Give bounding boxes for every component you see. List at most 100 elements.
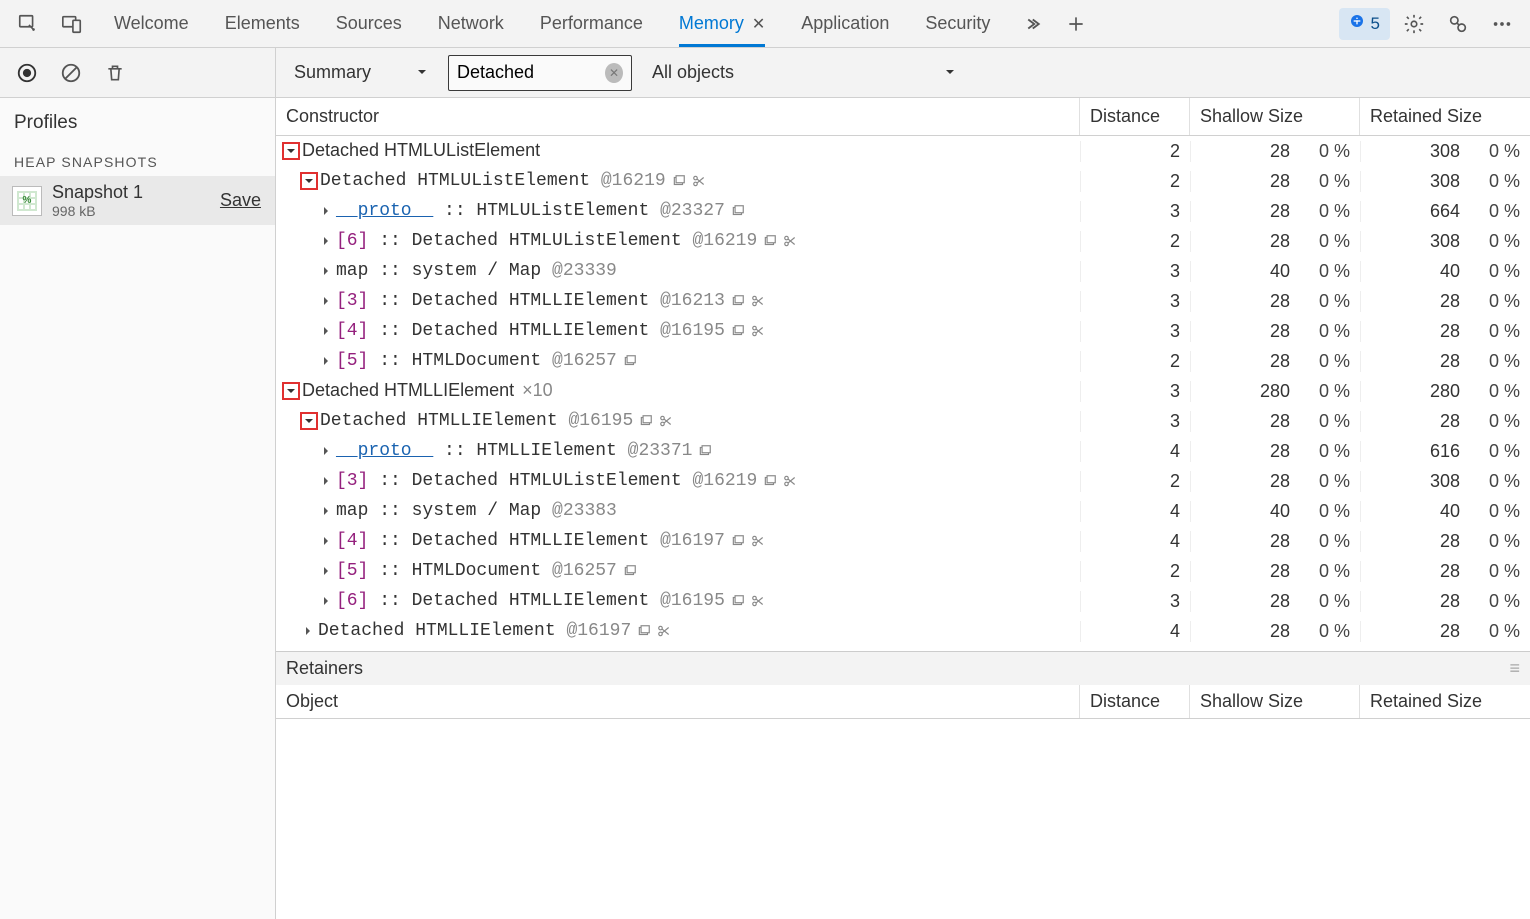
tree-row[interactable]: Detached HTMLLIElement @16195 3 28 0 % 2…	[276, 406, 1530, 436]
cell-shallow-pct: 0 %	[1300, 231, 1360, 252]
tree-row[interactable]: [3] :: Detached HTMLLIElement @16213 3 2…	[276, 286, 1530, 316]
more-tabs-icon[interactable]	[1012, 4, 1052, 44]
ret-col-object[interactable]: Object	[276, 685, 1080, 718]
tab-security[interactable]: Security	[907, 0, 1008, 47]
drag-handle-icon[interactable]: ≡	[1509, 658, 1520, 679]
clear-filter-icon[interactable]: ✕	[605, 63, 623, 83]
disclosure-collapsed-icon[interactable]	[318, 593, 334, 609]
tree-row[interactable]: [4] :: Detached HTMLLIElement @16195 3 2…	[276, 316, 1530, 346]
snapshot-size: 998 kB	[52, 203, 210, 219]
cell-retained-size: 308	[1360, 171, 1470, 192]
tree-row[interactable]: [5] :: HTMLDocument @16257 2 28 0 % 28 0…	[276, 346, 1530, 376]
cell-shallow-size: 28	[1190, 441, 1300, 462]
more-options-icon[interactable]	[1482, 4, 1522, 44]
tree-row[interactable]: __proto__ :: HTMLUListElement @23327 3 2…	[276, 196, 1530, 226]
tab-sources[interactable]: Sources	[318, 0, 420, 47]
tab-application[interactable]: Application	[783, 0, 907, 47]
tree-row[interactable]: map :: system / Map @23383 4 40 0 % 40 0…	[276, 496, 1530, 526]
cell-distance: 3	[1080, 261, 1190, 282]
window-icon	[763, 474, 777, 488]
close-icon[interactable]: ✕	[752, 14, 765, 34]
tree-row[interactable]: Detached HTMLUListElement @16219 2 28 0 …	[276, 166, 1530, 196]
snapshot-name: Snapshot 1	[52, 182, 210, 203]
disclosure-expanded-icon[interactable]	[300, 412, 318, 430]
cell-shallow-pct: 0 %	[1300, 441, 1360, 462]
tree-row[interactable]: [3] :: Detached HTMLUListElement @16219 …	[276, 466, 1530, 496]
disclosure-collapsed-icon[interactable]	[318, 263, 334, 279]
perspective-select[interactable]: Summary	[286, 58, 436, 87]
scissors-icon	[751, 534, 765, 548]
col-shallow-size[interactable]: Shallow Size	[1190, 98, 1360, 135]
disclosure-collapsed-icon[interactable]	[318, 323, 334, 339]
main-area: Profiles HEAP SNAPSHOTS % Snapshot 1 998…	[0, 98, 1530, 919]
tab-welcome[interactable]: Welcome	[96, 0, 207, 47]
tree-row[interactable]: [6] :: Detached HTMLLIElement @16195 3 2…	[276, 586, 1530, 616]
clear-button[interactable]	[52, 54, 90, 92]
inspect-icon[interactable]	[8, 4, 48, 44]
tree-row[interactable]: [5] :: HTMLDocument @16257 2 28 0 % 28 0…	[276, 556, 1530, 586]
disclosure-collapsed-icon[interactable]	[318, 293, 334, 309]
tab-network[interactable]: Network	[420, 0, 522, 47]
class-filter-field[interactable]	[457, 62, 605, 83]
snapshot-save-link[interactable]: Save	[220, 190, 261, 211]
tree-row[interactable]: [4] :: Detached HTMLLIElement @16197 4 2…	[276, 526, 1530, 556]
disclosure-collapsed-icon[interactable]	[318, 563, 334, 579]
disclosure-expanded-icon[interactable]	[282, 142, 300, 160]
settings-icon[interactable]	[1394, 4, 1434, 44]
device-toggle-icon[interactable]	[52, 4, 92, 44]
perspective-value: Summary	[294, 62, 371, 83]
col-distance[interactable]: Distance	[1080, 98, 1190, 135]
disclosure-collapsed-icon[interactable]	[318, 203, 334, 219]
cell-shallow-size: 28	[1190, 411, 1300, 432]
window-icon	[731, 594, 745, 608]
window-icon	[731, 534, 745, 548]
ret-col-distance[interactable]: Distance	[1080, 685, 1190, 718]
scissors-icon	[659, 414, 673, 428]
col-constructor[interactable]: Constructor	[276, 98, 1080, 135]
tab-memory[interactable]: Memory ✕	[661, 0, 783, 47]
object-filter-select[interactable]: All objects	[644, 58, 964, 87]
issues-badge[interactable]: 5	[1339, 8, 1390, 40]
tree-row[interactable]: Detached HTMLUListElement 2 28 0 % 308 0…	[276, 136, 1530, 166]
cell-shallow-size: 28	[1190, 561, 1300, 582]
tree-row[interactable]: map :: system / Map @23339 3 40 0 % 40 0…	[276, 256, 1530, 286]
window-icon	[731, 204, 745, 218]
heap-grid: Constructor Distance Shallow Size Retain…	[276, 98, 1530, 919]
disclosure-collapsed-icon[interactable]	[318, 473, 334, 489]
tree-row[interactable]: __proto__ :: HTMLLIElement @23371 4 28 0…	[276, 436, 1530, 466]
record-button[interactable]	[8, 54, 46, 92]
disclosure-collapsed-icon[interactable]	[318, 233, 334, 249]
retainers-title-bar[interactable]: Retainers ≡	[276, 651, 1530, 685]
feedback-icon[interactable]	[1438, 4, 1478, 44]
delete-button[interactable]	[96, 54, 134, 92]
tab-performance[interactable]: Performance	[522, 0, 661, 47]
cell-shallow-size: 28	[1190, 291, 1300, 312]
cell-retained-pct: 0 %	[1470, 561, 1530, 582]
disclosure-collapsed-icon[interactable]	[318, 443, 334, 459]
add-tab-icon[interactable]	[1056, 4, 1096, 44]
ret-col-retained[interactable]: Retained Size	[1360, 685, 1530, 718]
disclosure-collapsed-icon[interactable]	[318, 353, 334, 369]
ret-col-shallow[interactable]: Shallow Size	[1190, 685, 1360, 718]
disclosure-collapsed-icon[interactable]	[318, 533, 334, 549]
disclosure-collapsed-icon[interactable]	[300, 623, 316, 639]
disclosure-expanded-icon[interactable]	[282, 382, 300, 400]
disclosure-collapsed-icon[interactable]	[318, 503, 334, 519]
cell-retained-pct: 0 %	[1470, 141, 1530, 162]
tree-row[interactable]: Detached HTMLLIElement×10 3 280 0 % 280 …	[276, 376, 1530, 406]
cell-shallow-size: 280	[1190, 381, 1300, 402]
snapshot-item[interactable]: % Snapshot 1 998 kB Save	[0, 176, 275, 225]
heap-tree[interactable]: Detached HTMLUListElement 2 28 0 % 308 0…	[276, 136, 1530, 651]
tree-row[interactable]: Detached HTMLLIElement @16197 4 28 0 % 2…	[276, 616, 1530, 646]
tree-row[interactable]: [6] :: Detached HTMLUListElement @16219 …	[276, 226, 1530, 256]
cell-retained-size: 28	[1360, 621, 1470, 642]
cell-distance: 2	[1080, 471, 1190, 492]
cell-retained-size: 40	[1360, 261, 1470, 282]
cell-retained-size: 28	[1360, 531, 1470, 552]
tab-elements[interactable]: Elements	[207, 0, 318, 47]
disclosure-expanded-icon[interactable]	[300, 172, 318, 190]
cell-shallow-size: 40	[1190, 501, 1300, 522]
class-filter-input[interactable]: ✕	[448, 55, 632, 91]
cell-shallow-pct: 0 %	[1300, 261, 1360, 282]
col-retained-size[interactable]: Retained Size	[1360, 98, 1530, 135]
